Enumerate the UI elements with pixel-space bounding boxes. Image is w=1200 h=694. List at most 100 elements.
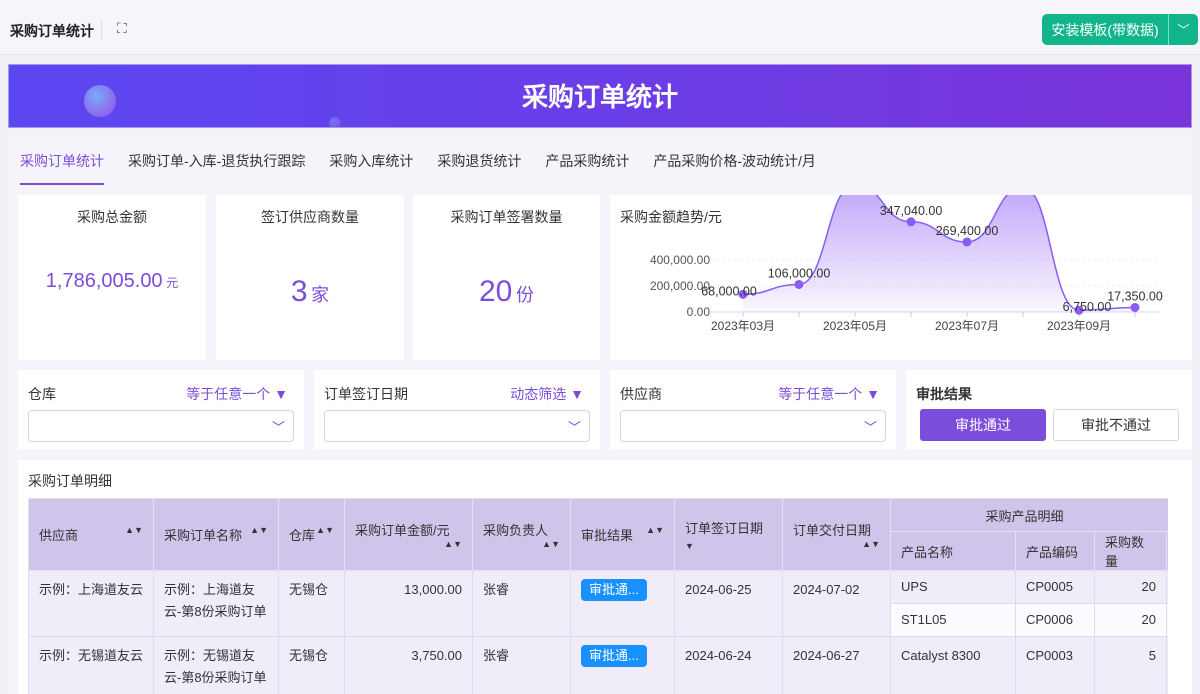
tab-inbound-stats[interactable]: 采购入库统计 (317, 135, 425, 185)
cell-product-code: CP0005 (1015, 570, 1095, 604)
kpi-number: 20 (479, 275, 513, 308)
sort-icon[interactable]: ▲▼ (444, 539, 462, 549)
column-header-amount[interactable]: 采购订单金额/元 ▲▼ (344, 498, 473, 571)
caret-down-icon: ▼ (866, 386, 880, 402)
supplier-select[interactable]: ﹀ (620, 410, 886, 442)
cell-quantity: 20 (1094, 570, 1167, 604)
cell-product-name: Catalyst 8300 (890, 636, 1016, 694)
sort-icon[interactable]: ▲▼ (862, 539, 880, 549)
table-title: 采购订单明细 (28, 473, 112, 489)
chevron-down-icon: ﹀ (271, 420, 285, 435)
kpi-number: 1,786,005.00 (45, 270, 163, 292)
amount-trend-chart: 0.00200,000.00400,000.002023年03月 2023年05月… (650, 195, 1163, 333)
cell-more (1165, 603, 1168, 637)
install-template-label[interactable]: 安装模板(带数据) (1042, 14, 1169, 45)
order-detail-table: 供应商 ▲▼ 采购订单名称 ▲▼ 仓库 ▲▼ 采购订单金额/元 ▲▼ 采购负责人 ▲▼ 审… (28, 498, 1168, 694)
data-point (962, 237, 972, 247)
tab-order-tracking[interactable]: 采购订单-入库-退货执行跟踪 (116, 135, 317, 185)
y-tick-label: 0.00 (687, 305, 711, 319)
cell-warehouse: 无锡仓 (278, 636, 345, 694)
column-header-supplier[interactable]: 供应商 ▲▼ (28, 498, 154, 571)
status-badge: 审批通... (581, 579, 647, 601)
sort-icon[interactable]: ▲▼ (646, 525, 664, 535)
column-group-product-detail: 采购产品明细 (889, 498, 1168, 532)
sort-icon[interactable]: ▲▼ (125, 525, 143, 535)
kpi-value: 20 份 (413, 275, 600, 309)
tab-product-purchase-stats[interactable]: 产品采购统计 (533, 135, 641, 185)
cell-product-name: UPS (890, 570, 1016, 604)
filter-label: 审批结果 (916, 386, 972, 402)
table-row[interactable]: 示例：无锡道友云 示例：无锡道友云-第8份采购订单 无锡仓 3,750.00 张… (28, 636, 1168, 694)
kpi-label: 采购总金额 (77, 209, 147, 225)
column-header-product-name[interactable]: 产品名称 (890, 531, 1016, 571)
status-badge: 审批通... (581, 645, 647, 667)
kpi-label: 采购订单签署数量 (450, 209, 563, 225)
column-header-sign-date[interactable]: 订单签订日期 ▼ (674, 498, 783, 571)
sort-icon[interactable]: ▲▼ (542, 539, 560, 549)
approval-passed-button[interactable]: 审批通过 (920, 409, 1046, 441)
approval-rejected-button[interactable]: 审批不通过 (1053, 409, 1179, 441)
cell-more (1165, 636, 1168, 694)
filter-label: 供应商 (620, 386, 662, 402)
filter-operator-dropdown[interactable]: 等于任意一个 ▼ (778, 384, 880, 404)
kpi-order-count: 采购订单签署数量 20 份 (413, 195, 600, 360)
column-header-order-name[interactable]: 采购订单名称 ▲▼ (153, 498, 279, 571)
divider (101, 20, 102, 40)
filter-operator-dropdown[interactable]: 动态筛选 ▼ (510, 384, 584, 404)
column-header-owner[interactable]: 采购负责人 ▲▼ (472, 498, 571, 571)
kpi-unit: 元 (166, 276, 179, 290)
warehouse-select[interactable]: ﹀ (28, 410, 294, 442)
sign-date-select[interactable]: ﹀ (324, 410, 590, 442)
operator-label[interactable]: 等于任意一个 (778, 386, 862, 402)
operator-label[interactable]: 等于任意一个 (186, 386, 270, 402)
table-row[interactable]: 示例：上海道友云 示例：上海道友云-第8份采购订单 无锡仓 13,000.00 … (28, 570, 1168, 637)
column-header-quantity[interactable]: 采购数量 (1094, 531, 1167, 571)
column-header-more (1165, 531, 1168, 571)
tab-return-stats[interactable]: 采购退货统计 (425, 135, 533, 185)
tab-bar: 采购订单统计 采购订单-入库-退货执行跟踪 采购入库统计 采购退货统计 产品采购… (8, 135, 1192, 185)
column-header-warehouse[interactable]: 仓库 ▲▼ (278, 498, 345, 571)
cell-approval: 审批通... (570, 636, 675, 694)
tab-purchase-order-stats[interactable]: 采购订单统计 (20, 135, 116, 185)
kpi-label: 签订供应商数量 (261, 209, 359, 225)
x-tick-label: 2023年09月 (1047, 319, 1111, 333)
sort-icon[interactable]: ▲▼ (316, 525, 334, 535)
fullscreen-icon[interactable]: ⛶ (117, 20, 127, 37)
install-template-button[interactable]: 安装模板(带数据) ﹀ (1042, 14, 1198, 45)
cell-delivery-date: 2024-07-02 (782, 570, 891, 637)
filter-supplier: 供应商 等于任意一个 ▼ ﹀ (610, 370, 896, 449)
chevron-down-icon[interactable]: ﹀ (1169, 14, 1198, 45)
cell-product-code: CP0006 (1015, 603, 1095, 637)
amount-trend-chart-card: 采购金额趋势/元 0.00 200,000.00 400,000.00 2023年03… (610, 195, 1192, 360)
tab-price-fluctuation[interactable]: 产品采购价格-波动统计/月 (641, 135, 828, 185)
page-title: 采购订单统计 (10, 23, 94, 39)
banner-title: 采购订单统计 (521, 82, 678, 112)
cell-owner: 张睿 (472, 570, 571, 637)
filter-approval: 审批结果 审批通过 审批不通过 (906, 370, 1192, 449)
sort-icon[interactable]: ▲▼ (250, 525, 268, 535)
cell-amount: 13,000.00 (344, 570, 473, 637)
filter-label: 订单签订日期 (324, 386, 408, 402)
data-label: 269,400.00 (936, 224, 999, 238)
cell-product-name: ST1L05 (890, 603, 1016, 637)
operator-label[interactable]: 动态筛选 (510, 386, 566, 402)
cell-quantity: 20 (1094, 603, 1167, 637)
data-label: 68,000.00 (701, 284, 757, 298)
cell-more (1165, 570, 1168, 604)
data-point (794, 279, 804, 289)
y-tick-label: 400,000.00 (650, 253, 710, 267)
filter-sign-date: 订单签订日期 动态筛选 ▼ ﹀ (314, 370, 600, 449)
filter-operator-dropdown[interactable]: 等于任意一个 ▼ (186, 384, 288, 404)
sort-desc-icon[interactable]: ▼ (685, 541, 694, 551)
column-header-product-code[interactable]: 产品编码 (1015, 531, 1095, 571)
data-label: 347,040.00 (880, 204, 943, 218)
data-label: 6,750.00 (1063, 300, 1112, 314)
caret-down-icon: ▼ (274, 386, 288, 402)
cell-order-name: 示例：无锡道友云-第8份采购订单 (153, 636, 279, 694)
column-header-delivery-date[interactable]: 订单交付日期 ▲▼ (782, 498, 891, 571)
kpi-value: 1,786,005.00 元 (18, 270, 206, 293)
column-header-approval[interactable]: 审批结果 ▲▼ (570, 498, 675, 571)
cell-product-code: CP0003 (1015, 636, 1095, 694)
caret-down-icon: ▼ (570, 386, 584, 402)
x-tick-label: 2023年05月 (823, 319, 887, 333)
